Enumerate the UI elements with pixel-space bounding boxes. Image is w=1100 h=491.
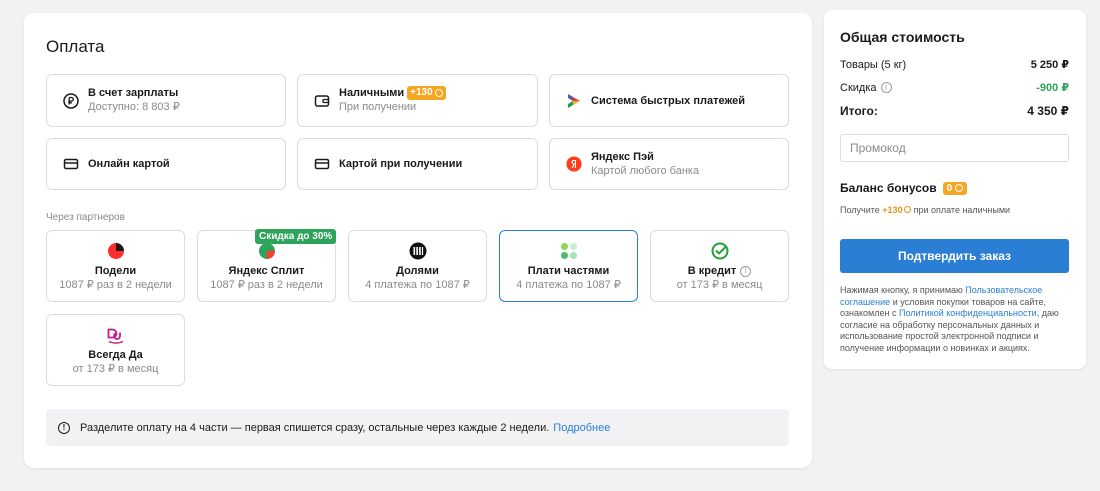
more-info-link[interactable]: Подробнее (553, 422, 610, 434)
summary-panel: Общая стоимость Товары (5 кг) 5 250 ₽ Ск… (824, 10, 1086, 369)
option-card-on-delivery-label: Картой при получении (339, 158, 463, 170)
card-icon (63, 156, 79, 172)
split-discount-badge: Скидка до 30% (255, 229, 337, 244)
podeli-logo-icon (106, 241, 126, 261)
wallet-icon (314, 93, 330, 109)
coin-icon (955, 184, 964, 192)
coin-icon (434, 89, 443, 97)
confirm-order-button[interactable]: Подтвердить заказ (840, 239, 1069, 273)
option-yandex-pay[interactable]: Яндекс Пэй Картой любого банка (549, 138, 789, 190)
partner-vsegda-da-label: Всегда Да (88, 349, 143, 361)
partner-credit-label: В кредит (687, 265, 737, 277)
discount-value: -900 ₽ (1036, 82, 1069, 94)
option-salary-label: В счет зарплаты (88, 87, 179, 99)
payment-title: Оплата (46, 37, 105, 56)
items-label: Товары (5 кг) (840, 58, 907, 71)
partner-credit[interactable]: В кредит i от 173 ₽ в месяц (650, 230, 789, 302)
vsegda-da-logo-icon (106, 325, 126, 345)
total-row: Итого: 4 350 ₽ (840, 104, 1069, 118)
summary-title: Общая стоимость (840, 29, 965, 45)
option-yandex-pay-sub: Картой любого банка (591, 164, 700, 177)
ruble-coin-icon (63, 92, 79, 109)
partner-plati-chastyami[interactable]: Плати частями 4 платежа по 1087 ₽ (499, 230, 638, 302)
partner-vsegda-da-sub: от 173 ₽ в месяц (72, 363, 159, 375)
option-sbp-label: Система быстрых платежей (591, 94, 745, 107)
option-sbp[interactable]: Система быстрых платежей (549, 74, 789, 127)
coin-icon (903, 206, 911, 213)
sber-logo-icon (710, 241, 730, 261)
plati-chastyami-logo-icon (559, 241, 579, 261)
partner-credit-sub: от 173 ₽ в месяц (676, 279, 763, 291)
bonus-balance-badge: 0 (942, 181, 968, 195)
partner-plati-chastyami-label: Плати частями (527, 265, 610, 277)
total-value: 4 350 ₽ (1027, 104, 1069, 118)
option-salary-sub: Доступно: 8 803 ₽ (88, 101, 180, 113)
option-online-card[interactable]: Онлайн картой (46, 138, 286, 190)
bonus-note: Получите +130 при оплате наличными (840, 205, 1011, 215)
page-top-strip (0, 0, 1100, 6)
discount-row: Скидка i -900 ₽ (840, 81, 1069, 95)
exclamation-icon: ! (58, 421, 70, 434)
option-card-on-delivery[interactable]: Картой при получении (297, 138, 538, 190)
cash-bonus-badge: +130 (407, 86, 446, 100)
promo-code-input[interactable] (840, 134, 1069, 162)
dolyami-logo-icon (408, 241, 428, 261)
bonus-balance-title: Баланс бонусов 0 (840, 181, 968, 195)
installment-notice-text: Разделите оплату на 4 части — первая спи… (80, 421, 550, 434)
partner-dolyami-label: Долями (396, 265, 439, 277)
info-icon[interactable]: i (740, 265, 752, 277)
card-icon (314, 156, 330, 172)
bonus-note-amount: +130 (882, 205, 903, 215)
partner-yandex-split-label: Яндекс Сплит (228, 265, 305, 277)
option-cash-sub: При получении (339, 101, 417, 113)
partner-dolyami[interactable]: Долями 4 платежа по 1087 ₽ (348, 230, 487, 302)
yandex-logo-icon (566, 156, 582, 172)
option-yandex-pay-label: Яндекс Пэй (591, 150, 654, 163)
yandex-split-logo-icon (257, 241, 277, 261)
bonus-balance-label: Баланс бонусов (840, 181, 937, 195)
items-row: Товары (5 кг) 5 250 ₽ (840, 58, 1069, 72)
option-salary[interactable]: В счет зарплаты Доступно: 8 803 ₽ (46, 74, 286, 127)
option-cash-label: Наличными (339, 87, 405, 99)
partner-podeli-sub: 1087 ₽ раз в 2 недели (59, 279, 172, 291)
payment-panel: Оплата В счет зарплаты Доступно: 8 803 ₽… (24, 13, 812, 468)
option-cash[interactable]: Наличными +130 При получении (297, 74, 538, 127)
privacy-policy-link[interactable]: Политикой конфиденциальности (899, 308, 1037, 318)
total-label: Итого: (840, 104, 878, 118)
partner-podeli[interactable]: Подели 1087 ₽ раз в 2 недели (46, 230, 185, 302)
legal-text: Нажимая кнопку, я принимаю Пользовательс… (840, 285, 1059, 353)
partner-yandex-split-sub: 1087 ₽ раз в 2 недели (210, 279, 323, 291)
option-online-card-label: Онлайн картой (88, 158, 170, 170)
partner-dolyami-sub: 4 платежа по 1087 ₽ (365, 279, 470, 291)
items-value: 5 250 ₽ (1030, 59, 1069, 71)
installment-notice: ! Разделите оплату на 4 части — первая с… (46, 409, 789, 446)
discount-label: Скидка (840, 81, 877, 94)
partner-vsegda-da[interactable]: Всегда Да от 173 ₽ в месяц (46, 314, 185, 386)
info-icon[interactable]: i (880, 82, 892, 93)
partner-plati-chastyami-sub: 4 платежа по 1087 ₽ (516, 279, 621, 291)
partners-label: Через партнеров (46, 212, 125, 223)
sbp-logo-icon (566, 93, 582, 109)
partner-podeli-label: Подели (94, 265, 137, 277)
